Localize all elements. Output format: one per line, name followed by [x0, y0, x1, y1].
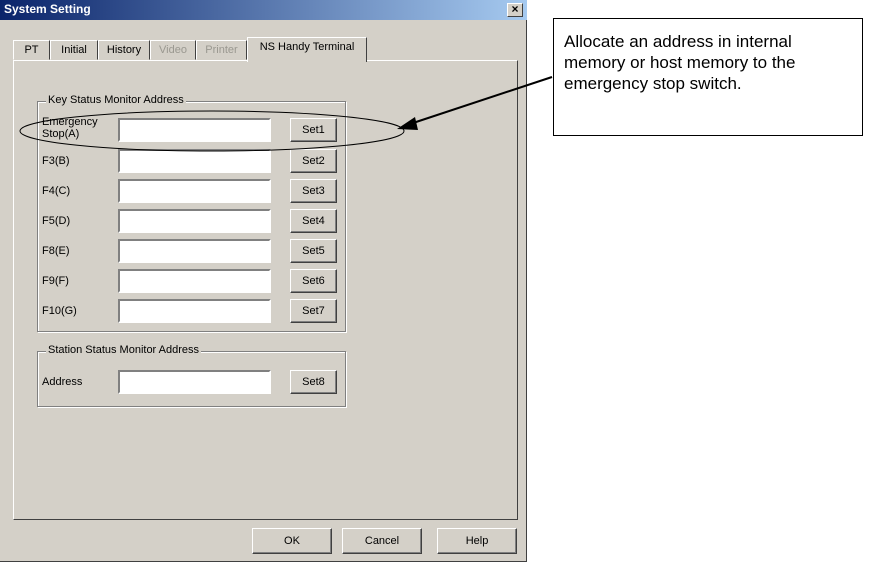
callout-arrow-line — [409, 76, 553, 125]
callout-arrowhead — [397, 117, 418, 130]
annotation-overlay — [19, 76, 553, 152]
tab-ns-handy-terminal[interactable]: NS Handy Terminal — [247, 37, 367, 62]
highlight-ellipse — [19, 110, 405, 152]
